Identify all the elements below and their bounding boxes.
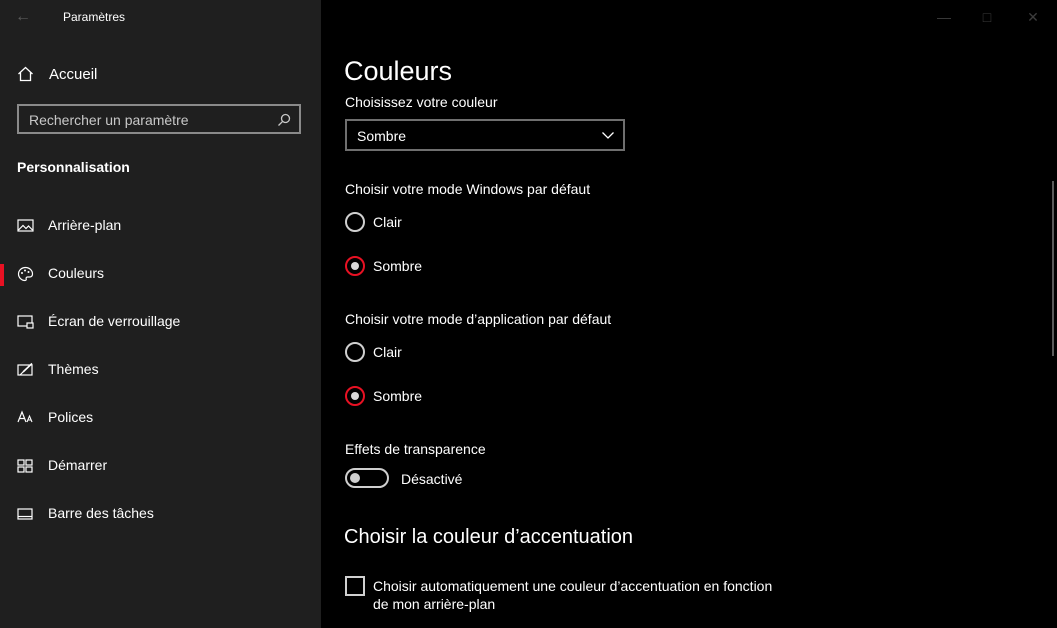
maximize-icon[interactable]: □ — [978, 8, 996, 26]
app-mode-sombre-radio[interactable] — [345, 386, 365, 406]
sidebar-item-ecran-de-verrouillage[interactable]: Écran de verrouillage — [0, 302, 321, 342]
toggle-knob — [350, 473, 360, 483]
sidebar-item-themes[interactable]: Thèmes — [0, 350, 321, 390]
sidebar-item-barre-des-taches[interactable]: Barre des tâches — [0, 494, 321, 534]
search-placeholder: Rechercher un paramètre — [29, 112, 189, 128]
sidebar-item-demarrer[interactable]: Démarrer — [0, 446, 321, 486]
scrollbar[interactable] — [1052, 181, 1054, 356]
sidebar-item-arriere-plan[interactable]: Arrière-plan — [0, 206, 321, 246]
color-mode-dropdown[interactable]: Sombre — [345, 119, 625, 151]
app-mode-clair-radio[interactable] — [345, 342, 365, 362]
minimize-icon[interactable]: — — [935, 8, 953, 26]
sidebar-item-label: Arrière-plan — [48, 217, 122, 233]
accent-heading: Choisir la couleur d’accentuation — [344, 526, 634, 548]
sidebar-item-label: Polices — [48, 409, 94, 425]
transparency-toggle[interactable] — [345, 468, 389, 488]
transparency-label: Effets de transparence — [345, 441, 486, 457]
sidebar-item-label: Démarrer — [48, 457, 108, 473]
auto-accent-label-line1: Choisir automatiquement une couleur d’ac… — [373, 578, 773, 594]
windows-mode-clair-label: Clair — [373, 214, 402, 230]
sidebar-item-polices[interactable]: Polices — [0, 398, 321, 438]
sidebar-item-label: Barre des tâches — [48, 505, 154, 521]
palette-icon — [17, 266, 35, 282]
search-icon[interactable] — [277, 113, 291, 132]
page-title: Couleurs — [344, 56, 453, 86]
auto-accent-label: Choisir automatiquement une couleur d’ac… — [373, 577, 793, 613]
windows-mode-sombre-radio[interactable] — [345, 256, 365, 276]
main-content: — □ ✕ Couleurs Choisissez votre couleur … — [321, 0, 1057, 628]
back-arrow-icon[interactable]: ← — [10, 6, 36, 28]
home-icon — [17, 66, 34, 87]
fonts-icon — [17, 410, 35, 426]
section-title: Personnalisation — [17, 159, 130, 175]
sidebar-item-label: Écran de verrouillage — [48, 313, 181, 329]
app-mode-clair-label: Clair — [373, 344, 402, 360]
sidebar-item-label: Thèmes — [48, 361, 99, 377]
lock-screen-icon — [17, 314, 35, 330]
dropdown-value: Sombre — [357, 128, 407, 144]
auto-accent-checkbox[interactable] — [345, 576, 365, 596]
start-icon — [17, 458, 35, 474]
search-input[interactable]: Rechercher un paramètre — [17, 104, 301, 134]
windows-mode-sombre-label: Sombre — [373, 258, 423, 274]
windows-mode-label: Choisir votre mode Windows par défaut — [345, 181, 591, 197]
app-mode-label: Choisir votre mode d’application par déf… — [345, 311, 612, 327]
themes-icon — [17, 362, 35, 378]
auto-accent-label-line2: de mon arrière-plan — [373, 596, 496, 612]
windows-mode-clair-radio[interactable] — [345, 212, 365, 232]
sidebar-item-couleurs[interactable]: Couleurs — [0, 254, 321, 294]
app-mode-sombre-label: Sombre — [373, 388, 423, 404]
app-title: Paramètres — [63, 10, 126, 24]
nav-home-label: Accueil — [49, 66, 98, 83]
picture-icon — [17, 218, 35, 234]
sidebar: ← Paramètres Accueil Rechercher un param… — [0, 0, 321, 628]
taskbar-icon — [17, 506, 35, 522]
active-indicator — [0, 264, 4, 286]
transparency-state: Désactivé — [401, 471, 463, 487]
close-icon[interactable]: ✕ — [1024, 8, 1042, 26]
sidebar-item-label: Couleurs — [48, 265, 105, 281]
chevron-down-icon — [601, 128, 615, 147]
color-choice-label: Choisissez votre couleur — [345, 94, 498, 110]
nav-home[interactable]: Accueil — [0, 58, 321, 90]
